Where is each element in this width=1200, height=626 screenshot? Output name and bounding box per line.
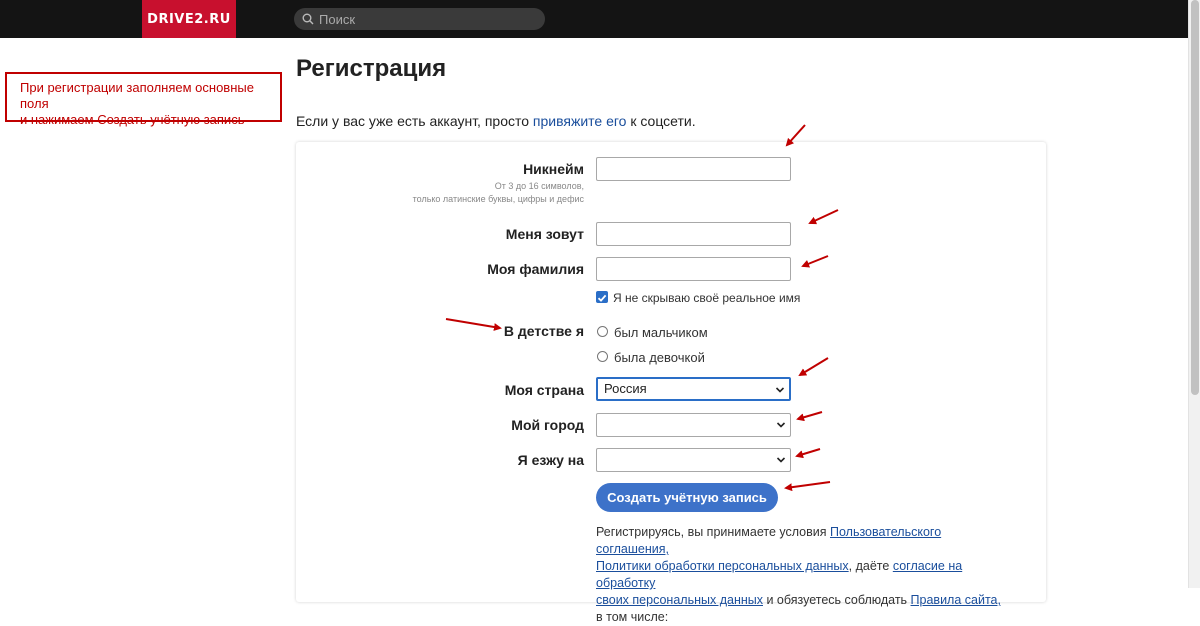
country-label: Моя страна	[504, 382, 584, 398]
lastname-input[interactable]	[596, 257, 791, 281]
car-select[interactable]	[596, 448, 791, 472]
country-select[interactable]: Россия	[596, 377, 791, 401]
nickname-label: Никнейм	[523, 161, 584, 177]
site-logo[interactable]: DRIVE2.RU	[142, 0, 236, 38]
radio-girl[interactable]	[597, 351, 608, 362]
create-account-button[interactable]: Создать учётную запись	[596, 483, 778, 512]
city-select[interactable]	[596, 413, 791, 437]
link-consent-2[interactable]: своих персональных данных	[596, 593, 763, 607]
intro-text: Если у вас уже есть аккаунт, просто прив…	[296, 113, 696, 129]
gender-label: В детстве я	[503, 323, 584, 339]
real-name-checkbox[interactable]	[596, 291, 608, 303]
link-site-rules[interactable]: Правила сайта,	[911, 593, 1001, 607]
annotation-note: При регистрации заполняем основные поля …	[5, 72, 282, 127]
chevron-down-icon	[776, 457, 786, 463]
terms-line-3: своих персональных данных и обязуетесь с…	[596, 592, 1016, 609]
top-navbar: DRIVE2.RU	[0, 0, 1188, 38]
car-label: Я езжу на	[517, 452, 584, 468]
terms-text-2: , даёте	[848, 559, 893, 573]
terms-line-1: Регистрируясь, вы принимаете условия Пол…	[596, 524, 1016, 558]
firstname-label: Меня зовут	[505, 226, 584, 242]
terms-line-4: в том числе:	[596, 610, 669, 624]
intro-after: к соцсети.	[626, 113, 696, 129]
checkmark-icon	[597, 294, 607, 302]
link-bind-account[interactable]: привяжите его	[533, 113, 627, 129]
radio-boy-label[interactable]: был мальчиком	[614, 325, 708, 340]
link-privacy-policy[interactable]: Политики обработки персональных данных	[596, 559, 849, 573]
page-scrollbar[interactable]	[1188, 0, 1200, 588]
chevron-down-icon	[776, 422, 786, 428]
nickname-hint-2: только латинские буквы, цифры и дефис	[412, 194, 584, 204]
city-label: Мой город	[511, 417, 584, 433]
search-input[interactable]	[319, 11, 519, 27]
radio-girl-label[interactable]: была девочкой	[614, 350, 705, 365]
real-name-label[interactable]: Я не скрываю своё реальное имя	[613, 291, 800, 305]
page-title: Регистрация	[296, 55, 447, 82]
lastname-label: Моя фамилия	[487, 261, 584, 277]
firstname-input[interactable]	[596, 222, 791, 246]
nickname-hint-1: От 3 до 16 символов,	[494, 181, 584, 191]
nickname-input[interactable]	[596, 157, 791, 181]
intro-before: Если у вас уже есть аккаунт, просто	[296, 113, 533, 129]
annotation-line-1: При регистрации заполняем основные поля	[20, 80, 254, 111]
terms-text-1: Регистрируясь, вы принимаете условия	[596, 525, 830, 539]
terms-line-2: Политики обработки персональных данных, …	[596, 558, 1016, 592]
search-box[interactable]	[294, 8, 545, 30]
scrollbar-thumb[interactable]	[1191, 0, 1199, 395]
search-icon	[302, 13, 314, 25]
radio-boy[interactable]	[597, 326, 608, 337]
country-select-value: Россия	[604, 381, 647, 396]
terms-text-3: и обязуетесь соблюдать	[762, 593, 911, 607]
chevron-down-icon	[775, 387, 785, 393]
terms-text: Регистрируясь, вы принимаете условия Пол…	[596, 524, 1016, 626]
annotation-line-2: и нажимаем Создать учётную запись	[20, 112, 245, 127]
